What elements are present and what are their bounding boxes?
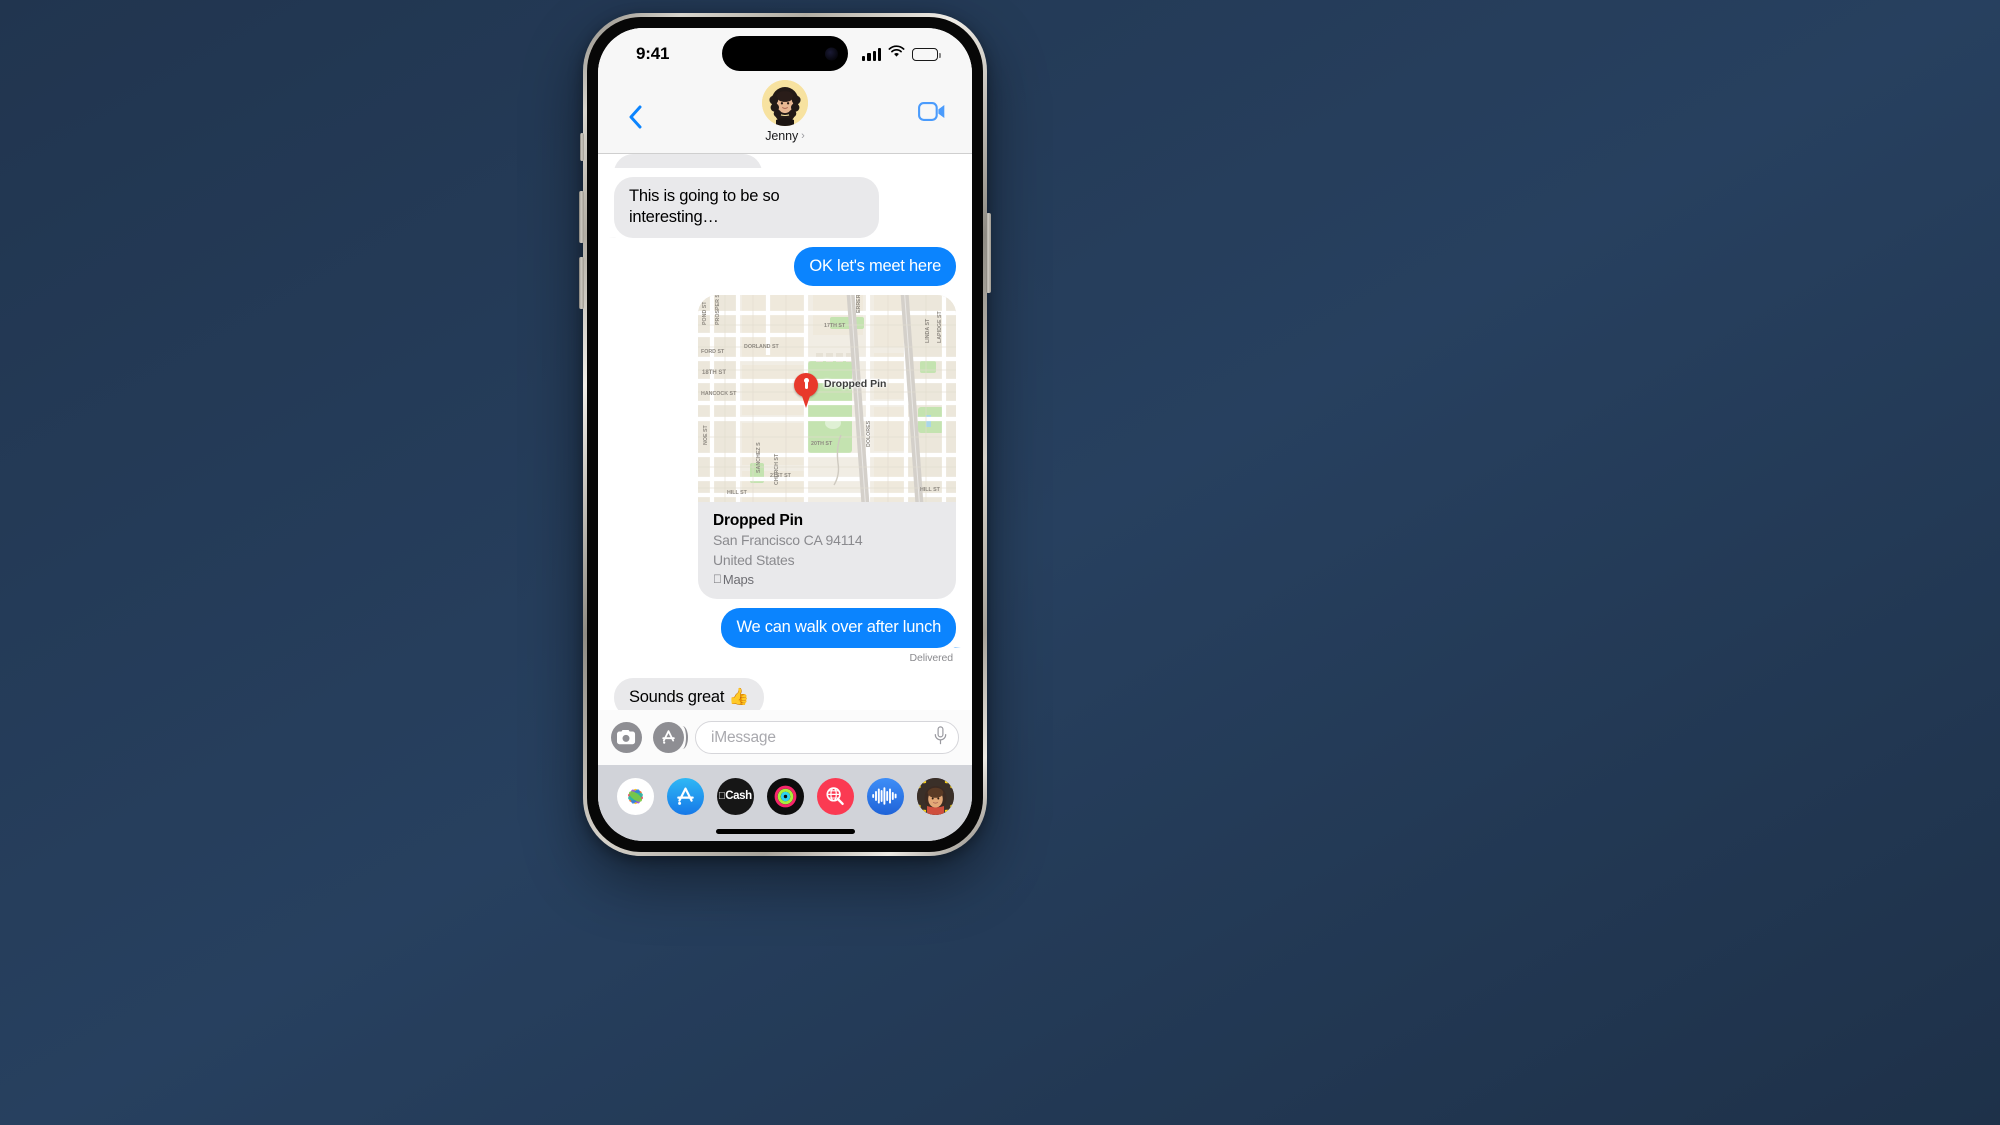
home-indicator[interactable]	[715, 829, 855, 834]
imessage-app-drawer[interactable]: Cash	[598, 765, 972, 827]
avatar[interactable]	[762, 80, 808, 126]
wifi-icon	[888, 45, 905, 63]
phone-bezel: 9:41 Jenny › This is going to be so inte…	[587, 17, 983, 852]
map-pin-label: Dropped Pin	[824, 378, 887, 391]
message-row-clipped	[614, 154, 956, 168]
cellular-bars-icon	[862, 47, 881, 61]
map-graphic: PROSPER ST POND ST FORD ST DORLAND ST 18…	[698, 295, 956, 503]
app-store-app-icon[interactable]	[666, 777, 704, 815]
video-camera-icon	[918, 102, 945, 121]
audio-app-icon[interactable]	[866, 777, 904, 815]
facetime-button[interactable]	[918, 102, 946, 126]
contact-name-row[interactable]: Jenny ›	[765, 129, 805, 143]
svg-text:DORLAND ST: DORLAND ST	[744, 344, 779, 350]
microphone-icon	[934, 725, 947, 744]
photos-app-icon[interactable]	[616, 777, 654, 815]
delivery-status: Delivered	[909, 651, 954, 664]
apple-cash-app-icon[interactable]: Cash	[716, 777, 754, 815]
map-card-address-line2: United States	[713, 551, 795, 568]
message-bubble-outgoing[interactable]: OK let's meet here	[794, 246, 956, 287]
message-bubble-outgoing[interactable]: We can walk over after lunch	[721, 607, 956, 648]
contact-header[interactable]: Jenny ›	[762, 80, 808, 143]
app-store-icon	[662, 730, 675, 744]
message-row: We can walk over after lunch	[614, 607, 956, 648]
phone-screen: 9:41 Jenny › This is going to be so inte…	[598, 28, 972, 841]
dynamic-island[interactable]	[722, 36, 848, 71]
svg-text:HILL ST: HILL ST	[727, 490, 748, 496]
map-card-brand:  Maps	[713, 572, 941, 587]
back-button[interactable]	[624, 100, 646, 134]
map-card-address-line1: San Francisco CA 94114	[713, 532, 863, 549]
front-camera-icon	[825, 47, 838, 60]
map-card-details: Dropped Pin San Francisco CA 94114 Unite…	[698, 502, 956, 598]
apple-cash-label: Cash	[721, 790, 752, 802]
svg-text:POND ST: POND ST	[702, 301, 708, 325]
contact-name: Jenny	[765, 129, 799, 143]
desktop-background	[0, 0, 2000, 1125]
imessage-placeholder: iMessage	[711, 728, 776, 746]
apple-logo-icon: 	[713, 573, 722, 585]
message-bubble-partial[interactable]	[614, 154, 762, 168]
svg-text:DOLORES: DOLORES	[866, 421, 872, 448]
svg-text:PROSPER ST: PROSPER ST	[715, 295, 721, 325]
battery-full-icon	[912, 47, 941, 61]
svg-text:18TH ST: 18TH ST	[702, 370, 726, 376]
svg-text:HANCOCK ST: HANCOCK ST	[701, 391, 737, 397]
volume-up-button[interactable]	[579, 191, 584, 243]
status-bar-indicators	[862, 45, 941, 63]
svg-text:CHURCH ST: CHURCH ST	[774, 453, 780, 485]
apple-logo-icon: 	[718, 791, 726, 802]
status-bar-time: 9:41	[636, 44, 670, 63]
svg-text:NOE ST: NOE ST	[703, 425, 709, 445]
home-indicator-area	[598, 827, 972, 841]
microphone-button[interactable]	[934, 725, 947, 750]
apps-button[interactable]	[653, 722, 688, 753]
map-preview-image[interactable]: PROSPER ST POND ST FORD ST DORLAND ST 18…	[698, 295, 956, 503]
map-location-card[interactable]: PROSPER ST POND ST FORD ST DORLAND ST 18…	[698, 295, 956, 599]
imessage-input-field[interactable]: iMessage	[695, 721, 959, 754]
svg-text:LAPIDGE ST: LAPIDGE ST	[937, 311, 943, 344]
power-button[interactable]	[986, 213, 991, 293]
message-row: Sounds great 👍	[614, 677, 956, 710]
message-bubble-incoming[interactable]: Sounds great 👍	[614, 677, 764, 710]
svg-text:21ST ST: 21ST ST	[770, 473, 792, 479]
message-bubble-incoming[interactable]: This is going to be so interesting…	[614, 177, 879, 238]
map-card-title: Dropped Pin	[713, 512, 803, 530]
volume-down-button[interactable]	[579, 257, 584, 309]
svg-text:HILL ST: HILL ST	[920, 487, 941, 493]
chevron-left-icon	[629, 105, 642, 129]
svg-text:17TH ST: 17TH ST	[824, 323, 846, 329]
svg-text:ERRERO ST: ERRERO ST	[856, 295, 862, 313]
gif-search-app-icon[interactable]	[816, 777, 854, 815]
iphone-device-frame: 9:41 Jenny › This is going to be so inte…	[579, 13, 991, 856]
chevron-right-icon: ›	[801, 129, 805, 142]
message-input-bar: iMessage	[598, 710, 972, 765]
background-gradient	[0, 0, 2000, 1125]
silent-switch[interactable]	[580, 133, 584, 161]
svg-text:SANCHEZ S: SANCHEZ S	[756, 442, 762, 473]
memoji-app-icon[interactable]	[916, 777, 954, 815]
message-list[interactable]: This is going to be so interesting… OK l…	[598, 154, 972, 710]
fitness-app-icon[interactable]	[766, 777, 804, 815]
svg-text:20TH ST: 20TH ST	[811, 441, 833, 447]
message-row: PROSPER ST POND ST FORD ST DORLAND ST 18…	[614, 295, 956, 599]
message-row: OK let's meet here	[614, 246, 956, 287]
conversation-nav-bar: Jenny ›	[598, 80, 972, 154]
memoji-avatar-icon	[762, 80, 808, 126]
camera-button[interactable]	[611, 722, 642, 753]
status-bar: 9:41	[598, 28, 972, 82]
camera-icon	[617, 730, 636, 745]
svg-text:LINDA ST: LINDA ST	[925, 318, 931, 343]
svg-text:FORD ST: FORD ST	[701, 349, 725, 355]
message-row: This is going to be so interesting…	[614, 177, 956, 238]
map-card-brand-label: Maps	[714, 571, 754, 587]
